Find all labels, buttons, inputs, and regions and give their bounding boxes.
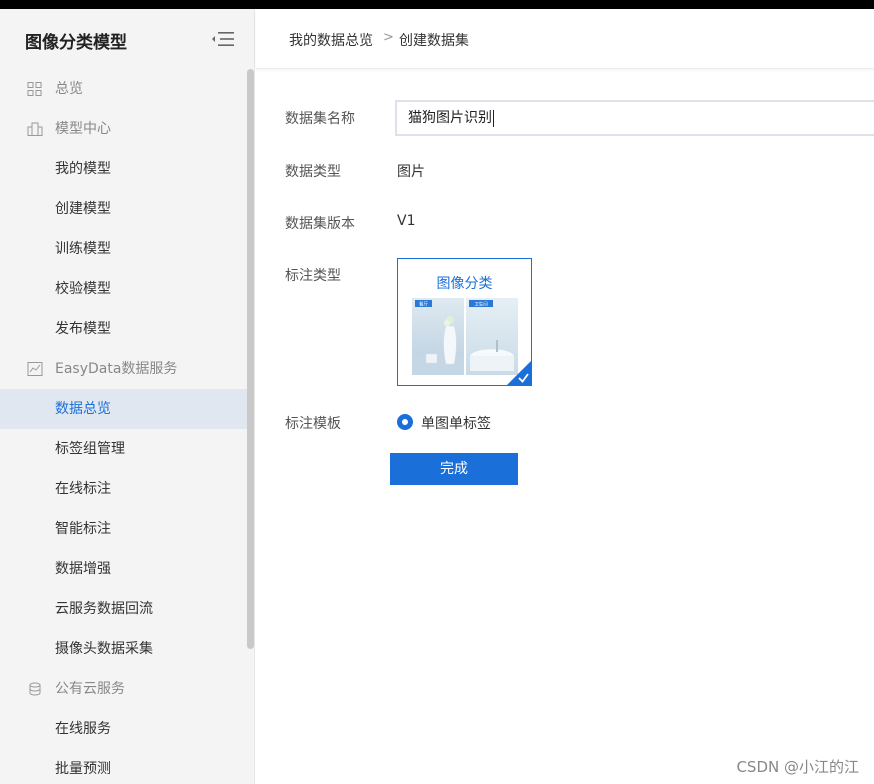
sidebar-item-create-model[interactable]: 创建模型 — [0, 189, 248, 229]
data-type-value: 图片 — [397, 164, 425, 180]
sidebar-group-model-center[interactable]: 模型中心 — [0, 109, 248, 149]
model-icon — [27, 122, 43, 136]
dataset-name-value: 猫狗图片识别 — [408, 110, 492, 126]
sidebar-group-label: 模型中心 — [55, 121, 111, 137]
database-icon — [29, 682, 41, 696]
sidebar-item-online-annotation[interactable]: 在线标注 — [0, 469, 248, 509]
sidebar-menu: 总览 模型中心 我的模型 创建模型 训练模型 校验模型 发布模型 EasyDat… — [0, 69, 248, 784]
sidebar-item-online-service[interactable]: 在线服务 — [0, 709, 248, 749]
sidebar-item-publish-model[interactable]: 发布模型 — [0, 309, 248, 349]
grid-icon — [27, 82, 42, 96]
collapse-menu-icon[interactable] — [211, 31, 235, 47]
window-top-bar — [0, 0, 874, 9]
sidebar-group-easydata[interactable]: EasyData数据服务 — [0, 349, 248, 389]
sidebar-item-data-augment[interactable]: 数据增强 — [0, 549, 248, 589]
dataset-version-value: V1 — [397, 213, 416, 229]
breadcrumb: 我的数据总览 > 创建数据集 — [256, 9, 874, 69]
template-radio-single-label[interactable] — [397, 414, 413, 430]
watermark: CSDN @小江的江 — [736, 758, 859, 776]
sidebar-item-validate-model[interactable]: 校验模型 — [0, 269, 248, 309]
sidebar-group-public-cloud[interactable]: 公有云服务 — [0, 669, 248, 709]
annotation-type-label: 标注类型 — [285, 268, 341, 284]
sidebar-item-cloud-backflow[interactable]: 云服务数据回流 — [0, 589, 248, 629]
sidebar-item-camera-collect[interactable]: 摄像头数据采集 — [0, 629, 248, 669]
sidebar-item-label: 总览 — [55, 81, 83, 97]
breadcrumb-separator: > — [383, 30, 394, 45]
selected-check-icon — [507, 361, 531, 385]
tag-bathroom: 卫生间 — [474, 300, 488, 307]
sidebar-header: 图像分类模型 — [0, 9, 254, 69]
sidebar-scrollbar[interactable] — [247, 69, 254, 649]
tag-dining-room: 餐厅 — [419, 300, 428, 307]
sidebar-item-my-models[interactable]: 我的模型 — [0, 149, 248, 189]
template-option-label[interactable]: 单图单标签 — [421, 413, 491, 433]
sidebar-item-smart-annotation[interactable]: 智能标注 — [0, 509, 248, 549]
data-type-label: 数据类型 — [285, 164, 341, 180]
dataset-name-label: 数据集名称 — [285, 111, 355, 127]
breadcrumb-my-data-overview[interactable]: 我的数据总览 — [289, 30, 373, 50]
chart-icon — [27, 362, 43, 376]
sidebar-group-label: 公有云服务 — [55, 681, 125, 697]
annotation-example-image: 餐厅 卫生间 — [412, 298, 518, 375]
breadcrumb-create-dataset: 创建数据集 — [399, 33, 469, 49]
dataset-version-label: 数据集版本 — [285, 216, 355, 232]
dataset-name-input[interactable]: 猫狗图片识别 — [395, 100, 874, 136]
annotation-type-card-image-classification[interactable]: 图像分类 餐厅 卫生间 — [397, 258, 532, 386]
sidebar-item-batch-predict[interactable]: 批量预测 — [0, 749, 248, 784]
text-caret — [493, 109, 494, 127]
sidebar-group-label: EasyData数据服务 — [55, 361, 178, 377]
sidebar-item-overview[interactable]: 总览 — [0, 69, 248, 109]
app-title: 图像分类模型 — [25, 33, 127, 53]
annotation-card-title: 图像分类 — [436, 276, 493, 292]
sidebar-item-train-model[interactable]: 训练模型 — [0, 229, 248, 269]
sidebar: 图像分类模型 总览 模型中心 我的模型 创建模型 训练模型 校验模型 发布模型 … — [0, 9, 255, 784]
annotation-template-label: 标注模板 — [285, 416, 341, 432]
finish-button[interactable]: 完成 — [390, 453, 518, 485]
sidebar-item-label-group[interactable]: 标签组管理 — [0, 429, 248, 469]
sidebar-item-data-overview[interactable]: 数据总览 — [0, 389, 248, 429]
radio-checked-dot — [402, 419, 408, 425]
